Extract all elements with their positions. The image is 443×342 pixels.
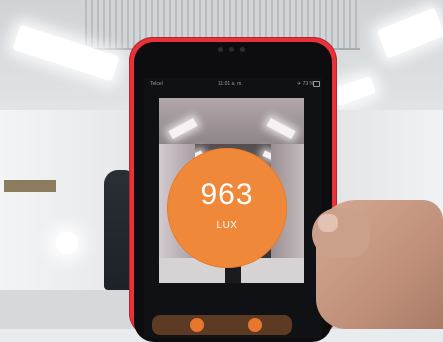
wall-rail — [4, 180, 56, 192]
battery-icon — [313, 81, 320, 87]
phone-bezel: Telcel 11:01 a. m. ✈ 73 % 963 LUX — [134, 42, 332, 342]
status-time: 11:01 a. m. — [218, 81, 243, 87]
phone-screen: Telcel 11:01 a. m. ✈ 73 % 963 LUX — [144, 78, 322, 338]
speaker-dot — [218, 47, 223, 52]
phone: Telcel 11:01 a. m. ✈ 73 % 963 LUX — [129, 37, 337, 342]
lux-readout-circle: 963 LUX — [167, 148, 287, 268]
preview-ceiling — [159, 98, 304, 144]
thumb-nail — [318, 214, 338, 232]
speaker-dot — [240, 47, 245, 52]
lux-unit: LUX — [216, 220, 238, 231]
bottom-controls — [152, 315, 292, 335]
lux-value: 963 — [200, 178, 254, 211]
speaker-grill — [218, 47, 248, 53]
light-glow — [56, 232, 78, 254]
status-carrier: Telcel — [150, 81, 163, 87]
status-bar: Telcel 11:01 a. m. ✈ 73 % — [144, 78, 322, 90]
shutter-icon[interactable] — [248, 318, 262, 332]
status-indicators: ✈ 73 % — [297, 81, 314, 87]
speaker-dot — [229, 47, 234, 52]
settings-icon[interactable] — [190, 318, 204, 332]
